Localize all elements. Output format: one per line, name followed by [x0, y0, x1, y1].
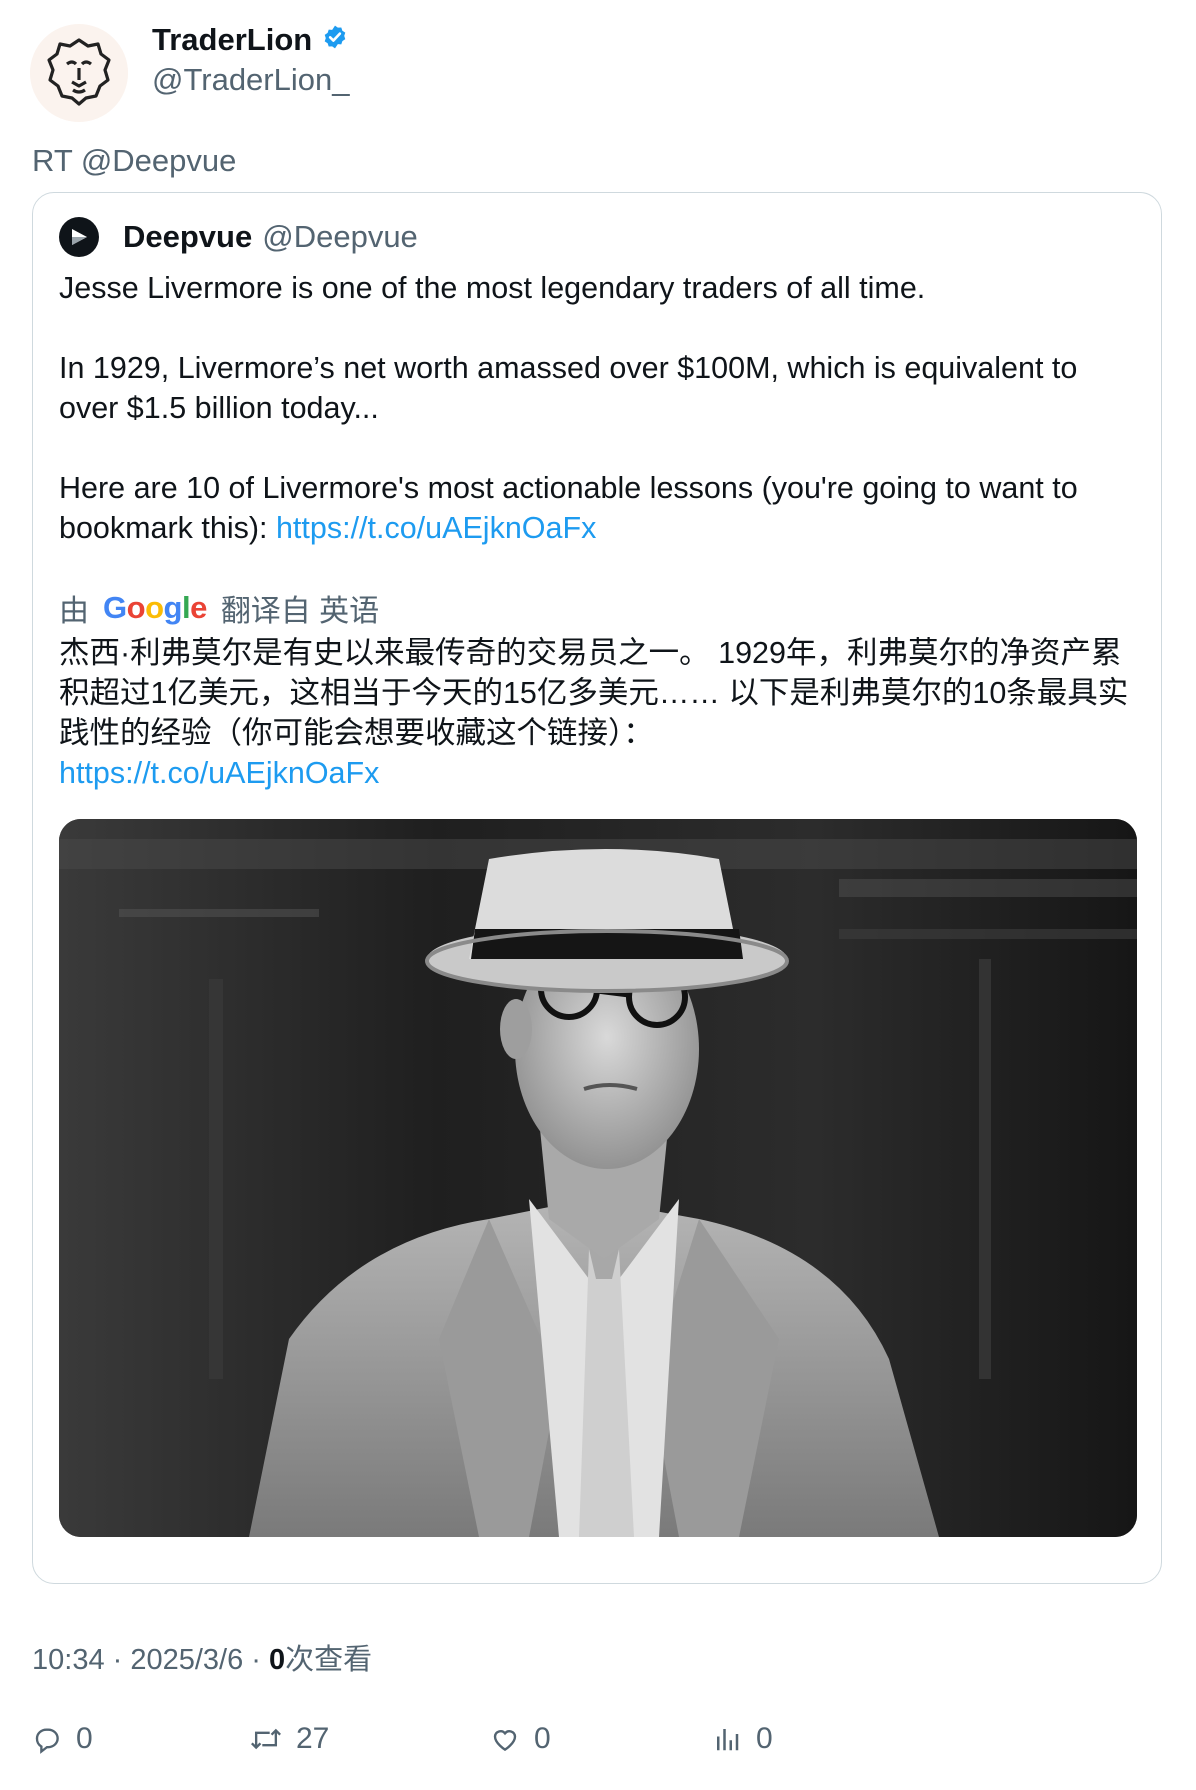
author-avatar[interactable] [30, 24, 128, 122]
retweet-icon [251, 1728, 281, 1750]
heart-icon [493, 1730, 517, 1752]
quoted-display-name[interactable]: Deepvue [123, 219, 252, 255]
like-count: 0 [534, 1722, 551, 1755]
quoted-handle[interactable]: @Deepvue [262, 219, 418, 255]
translation-from-label: 翻译自 英语 [220, 595, 380, 628]
translated-text: 杰西·利弗莫尔是有史以来最传奇的交易员之一。 1929年，利弗莫尔的净资产累积超… [59, 633, 1139, 793]
google-logo-icon: Google [103, 590, 207, 625]
views-count: 0 [269, 1644, 286, 1676]
author-handle[interactable]: @TraderLion_ [152, 62, 349, 98]
action-bar: 0 27 0 0 [32, 1722, 1162, 1772]
quoted-tweet-link[interactable]: https://t.co/uAEjknOaFx [276, 511, 596, 545]
translated-body: 杰西·利弗莫尔是有史以来最传奇的交易员之一。 1929年，利弗莫尔的净资产累积超… [59, 636, 1129, 750]
tweet-meta: 10:34 · 2025/3/6 · 0次查看 [32, 1636, 372, 1678]
quoted-tweet-text: Jesse Livermore is one of the most legen… [59, 268, 1139, 548]
reply-button[interactable]: 0 [32, 1722, 93, 1756]
retweet-count: 27 [296, 1722, 330, 1755]
reply-count: 0 [76, 1722, 93, 1755]
views-action-count: 0 [756, 1722, 773, 1755]
retweet-label: RT @Deepvue [32, 143, 237, 178]
reply-icon [35, 1728, 59, 1754]
like-button[interactable]: 0 [490, 1722, 551, 1756]
translation-attribution: 由 Google 翻译自 英语 [59, 586, 379, 630]
quoted-tweet-card[interactable]: Deepvue @Deepvue Jesse Livermore is one … [32, 192, 1162, 1584]
quoted-tweet-body: Jesse Livermore is one of the most legen… [59, 271, 1078, 545]
livermore-photo[interactable] [59, 819, 1137, 1537]
analytics-icon [717, 1729, 739, 1751]
translated-link[interactable]: https://t.co/uAEjknOaFx [59, 756, 379, 790]
author-display-name[interactable]: TraderLion [152, 22, 312, 58]
translation-by-label: 由 [59, 595, 89, 628]
lion-logo-icon [30, 24, 128, 122]
verified-badge-icon [322, 22, 348, 58]
retweet-button[interactable]: 27 [250, 1722, 329, 1756]
quoted-tweet-header: Deepvue @Deepvue [59, 217, 418, 257]
author-name[interactable]: TraderLion [152, 22, 348, 58]
views-button[interactable]: 0 [712, 1722, 773, 1756]
tweet-time-date[interactable]: 10:34 · 2025/3/6 · [32, 1644, 269, 1676]
deepvue-logo-icon[interactable] [59, 217, 99, 257]
views-label: 次查看 [285, 1644, 373, 1676]
